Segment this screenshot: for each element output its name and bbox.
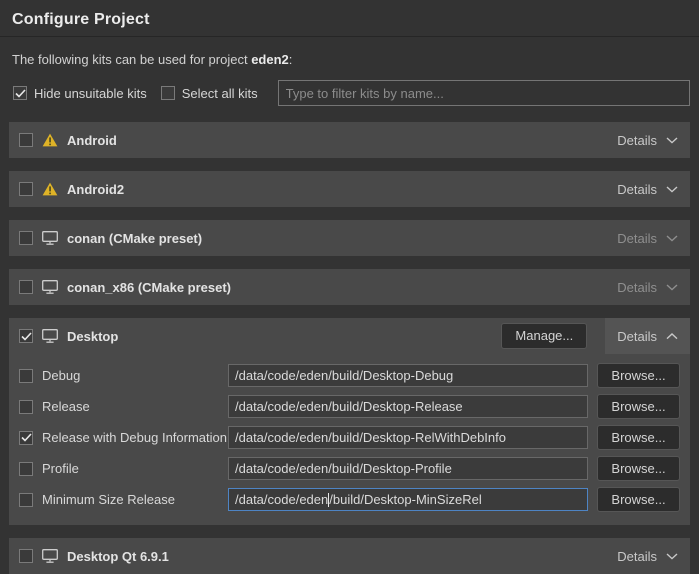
path-text-after-cursor: /build/Desktop-MinSizeRel	[329, 492, 481, 507]
config-row-debug: Debug /data/code/eden/build/Desktop-Debu…	[19, 360, 680, 391]
kit-checkbox[interactable]	[19, 182, 33, 196]
details-toggle[interactable]: Details	[605, 122, 690, 158]
config-checkbox[interactable]	[19, 400, 33, 414]
browse-button[interactable]: Browse...	[597, 487, 680, 513]
kit-header-conan-x86[interactable]: conan_x86 (CMake preset) Details	[9, 269, 690, 305]
hide-unsuitable-kits-checkbox[interactable]	[13, 86, 27, 100]
path-text-before-cursor: /data/code/eden	[235, 492, 328, 507]
details-toggle-disabled: Details	[605, 220, 690, 256]
details-label: Details	[617, 549, 657, 564]
kit-name: Desktop Qt 6.9.1	[67, 549, 169, 564]
config-checkbox[interactable]	[19, 462, 33, 476]
chevron-down-icon	[666, 137, 678, 144]
kits-help-prefix: The following kits can be used for proje…	[12, 52, 251, 67]
kit-name: Desktop	[67, 329, 118, 344]
desktop-icon	[42, 231, 58, 245]
hide-unsuitable-kits-label: Hide unsuitable kits	[34, 86, 147, 101]
check-icon	[21, 332, 32, 341]
browse-button[interactable]: Browse...	[597, 456, 680, 482]
kit-header-conan[interactable]: conan (CMake preset) Details	[9, 220, 690, 256]
kit-row-conan: conan (CMake preset) Details	[9, 220, 690, 256]
details-toggle[interactable]: Details	[605, 318, 690, 354]
warning-icon	[42, 133, 58, 147]
details-toggle[interactable]: Details	[605, 538, 690, 574]
kits-help-text: The following kits can be used for proje…	[12, 52, 687, 67]
config-label: Minimum Size Release	[42, 492, 228, 507]
details-label: Details	[617, 231, 657, 246]
kit-name: conan (CMake preset)	[67, 231, 202, 246]
kit-checkbox[interactable]	[19, 549, 33, 563]
select-all-kits-label: Select all kits	[182, 86, 258, 101]
warning-icon	[42, 182, 58, 196]
kit-row-conan-x86: conan_x86 (CMake preset) Details	[9, 269, 690, 305]
chevron-down-icon	[666, 235, 678, 242]
kit-checkbox[interactable]	[19, 280, 33, 294]
browse-button[interactable]: Browse...	[597, 363, 680, 389]
select-all-kits-checkbox[interactable]	[161, 86, 175, 100]
desktop-icon	[42, 329, 58, 343]
kit-header-desktop[interactable]: Desktop Manage... Details	[9, 318, 690, 354]
kit-row-android2: Android2 Details	[9, 171, 690, 207]
chevron-up-icon	[666, 333, 678, 340]
select-all-kits-checkbox-group[interactable]: Select all kits	[161, 86, 258, 101]
filter-row: Hide unsuitable kits Select all kits	[13, 80, 690, 106]
chevron-down-icon	[666, 186, 678, 193]
details-toggle[interactable]: Details	[605, 171, 690, 207]
config-checkbox[interactable]	[19, 369, 33, 383]
browse-button[interactable]: Browse...	[597, 394, 680, 420]
desktop-icon	[42, 280, 58, 294]
manage-kits-button[interactable]: Manage...	[501, 323, 587, 349]
release-path-input[interactable]: /data/code/eden/build/Desktop-Release	[228, 395, 588, 418]
config-label: Profile	[42, 461, 228, 476]
minsizerel-path-input[interactable]: /data/code/eden/build/Desktop-MinSizeRel	[228, 488, 588, 511]
path-text: /data/code/eden/build/Desktop-RelWithDeb…	[235, 430, 506, 445]
kit-row-desktop-qt: Desktop Qt 6.9.1 Details	[9, 538, 690, 574]
config-label: Release	[42, 399, 228, 414]
relwithdebinfo-path-input[interactable]: /data/code/eden/build/Desktop-RelWithDeb…	[228, 426, 588, 449]
kit-name: Android	[67, 133, 117, 148]
kit-header-android[interactable]: Android Details	[9, 122, 690, 158]
config-row-minsizerel: Minimum Size Release /data/code/eden/bui…	[19, 484, 680, 515]
config-row-relwithdebinfo: Release with Debug Information /data/cod…	[19, 422, 680, 453]
page-title: Configure Project	[0, 0, 699, 29]
desktop-build-configs: Debug /data/code/eden/build/Desktop-Debu…	[9, 354, 690, 525]
kit-row-android: Android Details	[9, 122, 690, 158]
config-checkbox[interactable]	[19, 431, 33, 445]
hide-unsuitable-kits-checkbox-group[interactable]: Hide unsuitable kits	[13, 86, 147, 101]
kits-help-suffix: :	[289, 52, 293, 67]
config-label: Debug	[42, 368, 228, 383]
kit-checkbox[interactable]	[19, 329, 33, 343]
kit-name: conan_x86 (CMake preset)	[67, 280, 231, 295]
title-separator	[0, 36, 699, 37]
kit-panel-desktop: Desktop Manage... Details Debug /data/co…	[9, 318, 690, 525]
browse-button[interactable]: Browse...	[597, 425, 680, 451]
details-label: Details	[617, 133, 657, 148]
check-icon	[21, 433, 32, 442]
details-label: Details	[617, 329, 657, 344]
kit-header-desktop-qt[interactable]: Desktop Qt 6.9.1 Details	[9, 538, 690, 574]
path-text: /data/code/eden/build/Desktop-Release	[235, 399, 463, 414]
kit-checkbox[interactable]	[19, 133, 33, 147]
config-row-release: Release /data/code/eden/build/Desktop-Re…	[19, 391, 680, 422]
path-text: /data/code/eden/build/Desktop-Profile	[235, 461, 452, 476]
config-checkbox[interactable]	[19, 493, 33, 507]
profile-path-input[interactable]: /data/code/eden/build/Desktop-Profile	[228, 457, 588, 480]
details-toggle-disabled: Details	[605, 269, 690, 305]
kit-name: Android2	[67, 182, 124, 197]
kit-header-android2[interactable]: Android2 Details	[9, 171, 690, 207]
details-label: Details	[617, 182, 657, 197]
chevron-down-icon	[666, 284, 678, 291]
project-name: eden2	[251, 52, 289, 67]
check-icon	[15, 89, 26, 98]
path-text: /data/code/eden/build/Desktop-Debug	[235, 368, 453, 383]
chevron-down-icon	[666, 553, 678, 560]
debug-path-input[interactable]: /data/code/eden/build/Desktop-Debug	[228, 364, 588, 387]
desktop-icon	[42, 549, 58, 563]
config-label: Release with Debug Information	[42, 430, 228, 445]
kit-filter-input[interactable]	[278, 80, 690, 106]
config-row-profile: Profile /data/code/eden/build/Desktop-Pr…	[19, 453, 680, 484]
kit-checkbox[interactable]	[19, 231, 33, 245]
kit-list: Android Details Android2 Details conan (…	[9, 122, 690, 574]
details-label: Details	[617, 280, 657, 295]
